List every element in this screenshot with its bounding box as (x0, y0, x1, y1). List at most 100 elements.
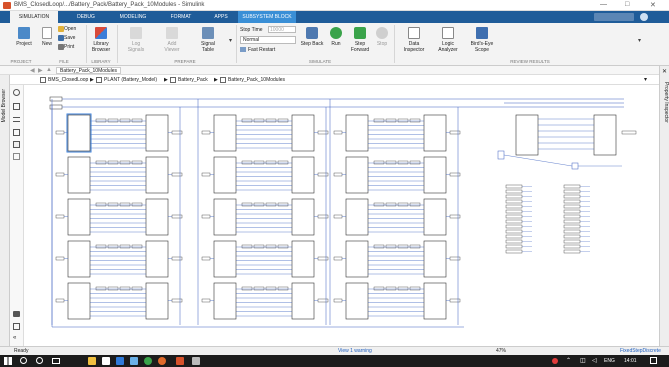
step-forward-icon[interactable] (354, 27, 366, 39)
run-button[interactable]: Run (324, 41, 348, 47)
from-tag-block[interactable] (563, 194, 581, 199)
goto-tag-block[interactable] (253, 244, 265, 249)
inport-block[interactable] (333, 256, 343, 261)
module-block[interactable] (145, 282, 169, 320)
solver-name[interactable]: FixedStepDiscrete (620, 348, 661, 354)
logic-analyzer-icon[interactable] (442, 27, 454, 39)
from-tag-block[interactable] (505, 239, 523, 244)
module-block[interactable] (291, 240, 315, 278)
arrow-icon[interactable] (13, 117, 20, 122)
from-tag-block[interactable] (505, 219, 523, 224)
from-tag-block[interactable] (563, 214, 581, 219)
module-block[interactable] (345, 114, 369, 152)
goto-tag-block[interactable] (385, 160, 397, 165)
close-panel-icon[interactable]: ✕ (662, 68, 667, 75)
outport-block[interactable] (317, 256, 329, 261)
from-tag-block[interactable] (505, 229, 523, 234)
minimize-button[interactable]: — (600, 1, 607, 8)
open-button[interactable]: Open (64, 26, 80, 32)
module-block[interactable] (345, 240, 369, 278)
notification-badge-icon[interactable] (552, 358, 558, 364)
back-arrow-icon[interactable]: ◀ (30, 67, 35, 74)
from-tag-block[interactable] (505, 234, 523, 239)
outport-block[interactable] (317, 172, 329, 177)
property-inspector-label[interactable]: Property Inspector (661, 82, 669, 123)
outport-block[interactable] (449, 130, 461, 135)
goto-tag-block[interactable] (373, 286, 385, 291)
breadcrumb-item-root[interactable]: BMS_ClosedLoop (48, 77, 88, 83)
from-tag-block[interactable] (505, 209, 523, 214)
module-block[interactable] (67, 156, 91, 194)
model-browser-label[interactable]: Model Browser (1, 89, 9, 122)
image-icon[interactable] (13, 141, 20, 148)
step-forward-button[interactable]: Step Forward (348, 41, 372, 53)
maximize-button[interactable]: □ (625, 1, 629, 8)
module-block[interactable] (145, 240, 169, 278)
logic-analyzer-button[interactable]: Logic Analyzer (434, 41, 462, 53)
outport-block[interactable] (317, 214, 329, 219)
goto-tag-block[interactable] (253, 160, 265, 165)
fast-restart-button[interactable]: Fast Restart (248, 47, 288, 53)
inport-block[interactable] (55, 172, 65, 177)
outport-block[interactable] (171, 298, 183, 303)
from-tag-block[interactable] (505, 204, 523, 209)
goto-tag-block[interactable] (265, 118, 277, 123)
model-browser-strip[interactable]: Model Browser (0, 75, 10, 346)
module-block[interactable] (213, 240, 237, 278)
breadcrumb-item-modules[interactable]: Battery_Pack_10Modules (228, 77, 285, 83)
model-data-icon[interactable] (13, 323, 20, 330)
up-arrow-icon[interactable]: ▲ (46, 67, 52, 73)
goto-tag-block[interactable] (373, 202, 385, 207)
from-tag-block[interactable] (505, 184, 523, 189)
system-tray-icon[interactable]: ⌃ (566, 357, 571, 364)
from-tag-block[interactable] (563, 229, 581, 234)
goto-tag-block[interactable] (397, 202, 409, 207)
from-tag-block[interactable] (505, 194, 523, 199)
goto-tag-block[interactable] (241, 244, 253, 249)
outport-block[interactable] (449, 298, 461, 303)
task-view-icon[interactable] (52, 358, 60, 364)
model-canvas[interactable] (24, 85, 659, 346)
module-block[interactable] (67, 198, 91, 236)
annotation-icon[interactable] (13, 129, 20, 136)
simulink-taskbar-icon[interactable] (192, 357, 200, 365)
area-icon[interactable] (13, 153, 20, 160)
stop-icon[interactable] (376, 27, 388, 39)
data-inspector-button[interactable]: Data Inspector (400, 41, 428, 53)
module-block[interactable] (423, 282, 447, 320)
outport-block[interactable] (171, 214, 183, 219)
taskbar-app-icon[interactable] (102, 357, 110, 365)
mux-block[interactable] (571, 162, 579, 170)
goto-tag-block[interactable] (409, 244, 421, 249)
goto-tag-block[interactable] (385, 244, 397, 249)
summary-block[interactable] (515, 114, 539, 156)
goto-tag-block[interactable] (265, 286, 277, 291)
goto-tag-block[interactable] (131, 202, 143, 207)
zoom-icon[interactable] (13, 89, 20, 96)
volume-icon[interactable]: ◁ (592, 357, 597, 364)
firefox-icon[interactable] (158, 357, 166, 365)
new-icon[interactable] (42, 27, 52, 39)
clock[interactable]: 14:01 (624, 358, 637, 364)
library-browser-button[interactable]: Library Browser (88, 41, 114, 53)
inport-block[interactable] (333, 172, 343, 177)
goto-tag-block[interactable] (131, 244, 143, 249)
module-block[interactable] (213, 282, 237, 320)
action-center-icon[interactable] (650, 357, 657, 364)
goto-tag-block[interactable] (409, 160, 421, 165)
network-icon[interactable]: ◫ (580, 357, 586, 364)
from-tag-block[interactable] (563, 204, 581, 209)
goto-tag-block[interactable] (131, 160, 143, 165)
outport-block[interactable] (171, 130, 183, 135)
step-back-button[interactable]: Step Back (300, 41, 324, 47)
goto-tag-block[interactable] (385, 118, 397, 123)
from-tag-block[interactable] (505, 189, 523, 194)
matlab-taskbar-icon[interactable] (176, 357, 184, 365)
from-tag-block[interactable] (563, 224, 581, 229)
file-explorer-icon[interactable] (88, 357, 96, 365)
goto-tag-block[interactable] (373, 244, 385, 249)
goto-tag-block[interactable] (397, 160, 409, 165)
goto-tag-block[interactable] (107, 286, 119, 291)
goto-tag-block[interactable] (373, 160, 385, 165)
tab-simulation[interactable]: SIMULATION (10, 11, 58, 23)
